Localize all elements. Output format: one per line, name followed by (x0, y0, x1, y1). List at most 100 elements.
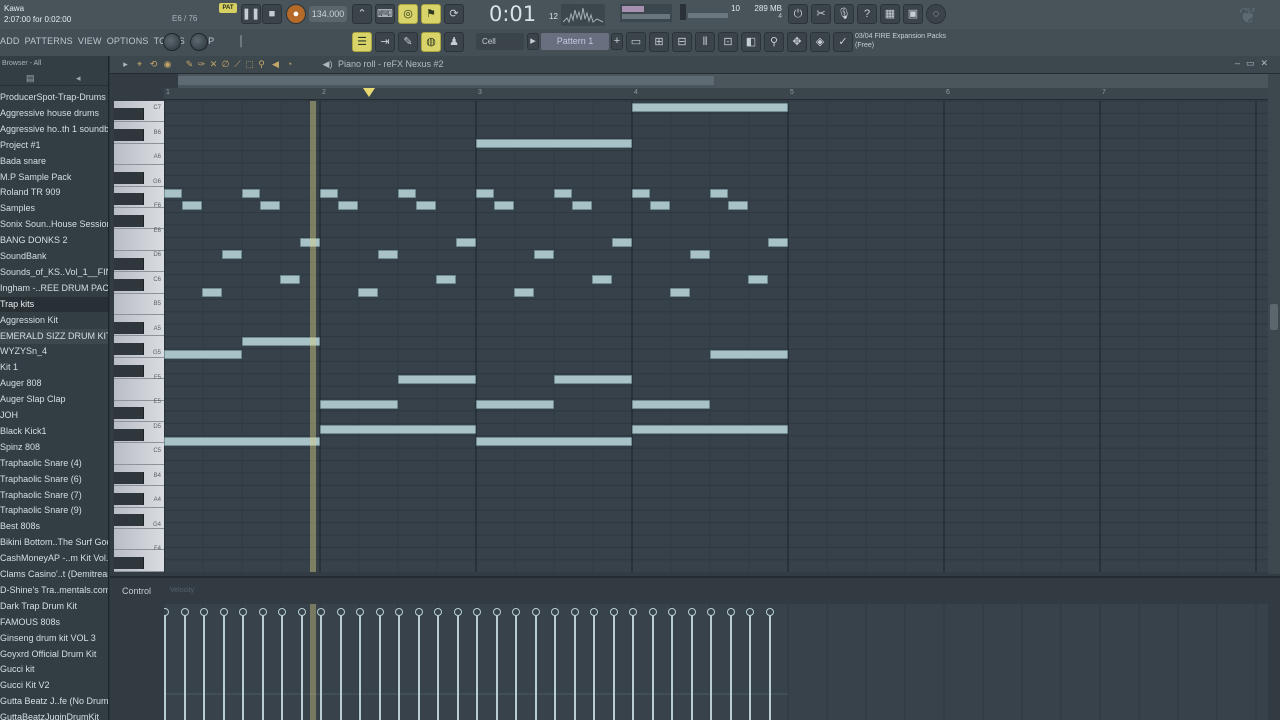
note-grid[interactable] (164, 101, 1268, 572)
midi-note[interactable] (164, 350, 242, 359)
browser-item[interactable]: Dark Trap Drum Kit (0, 599, 108, 614)
pause-button[interactable]: ❚❚ (241, 4, 261, 24)
browser-item[interactable]: BANG DONKS 2 (0, 233, 108, 248)
chat-icon[interactable]: ◌ (926, 4, 946, 24)
midi-note[interactable] (612, 238, 632, 247)
news-panel[interactable]: 03/04 FIRE Expansion Packs (Free) (855, 32, 946, 50)
velocity-bar[interactable] (239, 608, 247, 720)
browser-item[interactable]: ProducerSpot-Trap-Drums (0, 90, 108, 105)
velocity-bar[interactable] (726, 608, 735, 720)
black-key[interactable] (114, 343, 144, 356)
browser-item[interactable]: Ingham -..REE DRUM PACK (0, 281, 108, 296)
midi-note[interactable] (320, 425, 476, 434)
browser-item[interactable]: Sounds_of_KS..Vol_1__FINAL_ (0, 265, 108, 280)
velocity-bar[interactable] (375, 608, 384, 720)
plugin-icon[interactable]: ▦ (880, 4, 900, 24)
folder-icon[interactable]: ▤ (26, 73, 35, 84)
velocity-bar[interactable] (687, 608, 696, 720)
midi-note[interactable] (378, 250, 398, 259)
black-key[interactable] (114, 257, 144, 270)
browser-item[interactable]: Project #1 (0, 138, 108, 153)
browser-item[interactable]: Gucci kit (0, 662, 108, 677)
online-icon[interactable]: ✓ (833, 32, 853, 52)
velocity-bar[interactable] (531, 608, 540, 720)
step-edit-icon[interactable]: ⇥ (375, 32, 395, 52)
browser-item[interactable]: Gutta Beatz J..fe (No Drums) (0, 694, 108, 709)
window-controls[interactable]: –▭✕ (1235, 58, 1274, 69)
song-position-clock[interactable]: 0:01 (489, 2, 536, 26)
stop-button[interactable]: ■ (262, 4, 282, 24)
piano-roll-menu-icon[interactable]: ▸ (120, 59, 131, 70)
midi-note[interactable] (572, 201, 592, 210)
midi-note[interactable] (748, 275, 768, 284)
stamp-icon[interactable]: ♟ (444, 32, 464, 52)
velocity-bar[interactable] (668, 608, 676, 720)
record-icon[interactable]: ◉ (162, 59, 173, 70)
black-key[interactable] (114, 321, 144, 334)
mute-icon[interactable]: ∅ (220, 59, 231, 70)
midi-note[interactable] (494, 201, 514, 210)
typing-keyboard-icon[interactable]: ⌨ (375, 4, 395, 24)
browser-item[interactable]: Samples (0, 201, 108, 216)
main-pitch-knob[interactable] (190, 33, 208, 51)
playhead-marker[interactable] (363, 88, 375, 97)
loop-record-icon[interactable]: ⟳ (444, 4, 464, 24)
browser-item[interactable]: Aggression Kit (0, 313, 108, 328)
browser-item[interactable]: Auger 808 (0, 376, 108, 391)
tools-icon[interactable]: ✂ (811, 4, 831, 24)
midi-note[interactable] (222, 250, 242, 259)
velocity-bar[interactable] (473, 608, 481, 720)
browser-item[interactable]: Black Kick1 (0, 424, 108, 439)
browser-item[interactable]: Bada snare (0, 154, 108, 169)
power-icon[interactable]: ⏻ (788, 4, 808, 24)
velocity-bar[interactable] (551, 608, 559, 720)
browser-item[interactable]: Trap kits (0, 296, 108, 312)
plugin-picker-icon[interactable]: ⚲ (764, 32, 784, 52)
midi-note[interactable] (476, 139, 632, 148)
midi-note[interactable] (280, 275, 300, 284)
brush-tool-icon[interactable]: ✎ (398, 32, 418, 52)
browser-item[interactable]: Auger Slap Clap (0, 392, 108, 407)
wait-input-icon[interactable]: ◎ (398, 4, 418, 24)
midi-note[interactable] (728, 201, 748, 210)
velocity-bar[interactable] (512, 608, 520, 720)
midi-note[interactable] (554, 189, 572, 198)
browser-item[interactable]: Spinz 808 (0, 440, 108, 455)
midi-note[interactable] (320, 400, 398, 409)
browser-item[interactable]: D-Shine's Tra..mentals.com) (0, 583, 108, 598)
delete-icon[interactable]: ✕ (208, 59, 219, 70)
piano-roll-window-icon[interactable]: ⊞ (649, 32, 669, 52)
midi-note[interactable] (476, 189, 494, 198)
white-key[interactable] (114, 443, 164, 465)
velocity-bar[interactable] (395, 608, 403, 720)
paint-icon[interactable]: ✑ (196, 59, 207, 70)
midi-note[interactable] (632, 400, 710, 409)
velocity-bar[interactable] (765, 608, 774, 720)
velocity-bar[interactable] (219, 608, 228, 720)
black-key[interactable] (114, 364, 144, 377)
piano-keyboard[interactable]: C7 B6 A6 G6 F6 E6 D6 C6 B5 A5 G5 F5 E5 D5 C5 B4 A4 G4 F4 (114, 101, 164, 572)
browser-item[interactable]: Ginseng drum kit VOL 3 (0, 631, 108, 646)
midi-note[interactable] (670, 288, 690, 297)
midi-note[interactable] (398, 375, 476, 384)
browser-item[interactable]: Aggressive house drums (0, 106, 108, 121)
menu-patterns[interactable]: PATTERNS (25, 36, 73, 46)
vertical-scrollbar[interactable] (1268, 74, 1280, 574)
playlist-icon[interactable]: ☰ (352, 32, 372, 52)
midi-note[interactable] (358, 288, 378, 297)
snap-selector[interactable]: Cell (476, 33, 524, 50)
velocity-bar[interactable] (278, 608, 286, 720)
touch-controller-icon[interactable]: ✥ (787, 32, 807, 52)
browser-item[interactable]: Bikini Bottom..The Surf God (0, 535, 108, 550)
black-key[interactable] (114, 193, 144, 206)
black-key[interactable] (114, 428, 144, 441)
browser-icon[interactable]: ◧ (741, 32, 761, 52)
help-icon[interactable]: ? (857, 4, 877, 24)
black-key[interactable] (114, 471, 144, 484)
speaker-toggle-icon[interactable]: ◀) (322, 59, 333, 70)
loop-icon[interactable]: ⟲ (148, 59, 159, 70)
velocity-bar[interactable] (434, 608, 442, 720)
browser-item[interactable]: Traphaolic Snare (6) (0, 472, 108, 487)
midi-note[interactable] (164, 189, 182, 198)
browser-item[interactable]: JOH (0, 408, 108, 423)
